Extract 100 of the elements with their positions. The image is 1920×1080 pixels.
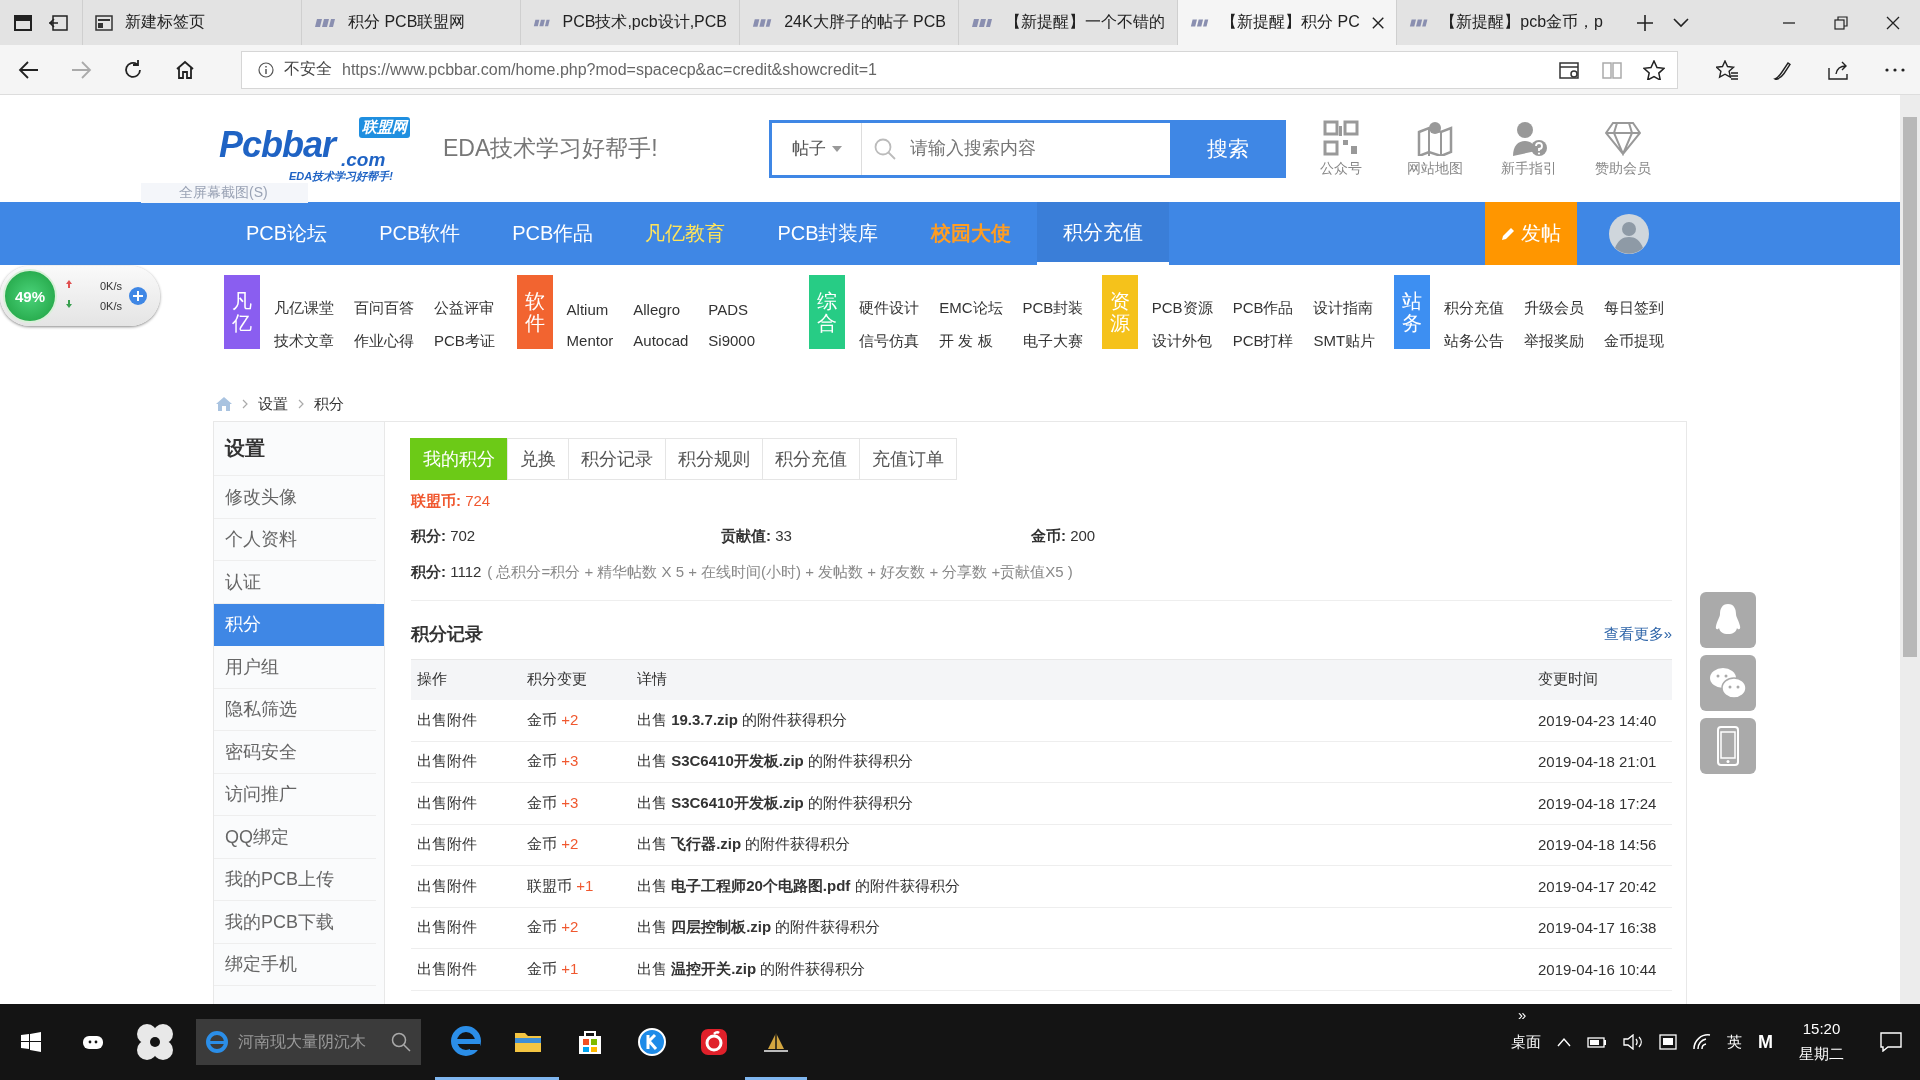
- home-icon[interactable]: [174, 58, 196, 81]
- qrcode-icon[interactable]: [1323, 119, 1359, 156]
- category-link[interactable]: Autocad: [633, 332, 689, 349]
- refresh-icon[interactable]: [122, 58, 144, 81]
- sidebar-item[interactable]: 修改头像: [214, 476, 376, 519]
- category-link[interactable]: 作业心得: [354, 332, 414, 351]
- category-link[interactable]: 设计指南: [1313, 299, 1376, 318]
- speed-widget[interactable]: 49% 0K/s 0K/s: [0, 266, 160, 326]
- clock-time[interactable]: 15:20: [1802, 1020, 1841, 1037]
- sidebar-item[interactable]: 隐私筛选: [214, 688, 376, 731]
- clock-day[interactable]: 星期二: [1799, 1045, 1844, 1064]
- restore-icon[interactable]: [1834, 15, 1848, 30]
- taskbar-search-box[interactable]: 河南现大量阴沉木: [196, 1019, 421, 1065]
- address-bar[interactable]: 不安全 https://www.pcbbar.com/home.php?mod=spacecp&ac=credit&showcredit=1: [241, 50, 1678, 89]
- category-link[interactable]: 技术文章: [274, 332, 334, 351]
- reading-list-icon[interactable]: [1559, 59, 1581, 80]
- tab[interactable]: 积分充值: [762, 438, 860, 480]
- share-icon[interactable]: [1828, 59, 1850, 80]
- category-link[interactable]: 站务公告: [1444, 332, 1505, 351]
- tab-aside-icon[interactable]: [48, 14, 68, 31]
- breadcrumb-link[interactable]: 设置: [258, 394, 288, 414]
- more-link[interactable]: 查看更多»: [1603, 624, 1672, 644]
- link-label[interactable]: 新手指引: [1501, 159, 1557, 178]
- category-link[interactable]: PADS: [708, 301, 756, 318]
- sidebar-item[interactable]: 积分: [214, 603, 384, 646]
- map-icon[interactable]: [1417, 119, 1453, 156]
- windows-start-icon[interactable]: [21, 1032, 41, 1052]
- link-label[interactable]: 网站地图: [1407, 159, 1463, 178]
- scrollbar[interactable]: [1900, 95, 1920, 1004]
- tab[interactable]: 充值订单: [859, 438, 957, 480]
- category-link[interactable]: PCB考证: [434, 332, 495, 351]
- sidebar-item[interactable]: QQ绑定: [214, 816, 376, 859]
- category-link[interactable]: 设计外包: [1151, 332, 1213, 351]
- category-link[interactable]: Altium: [566, 301, 614, 318]
- keyboard-icon[interactable]: [1659, 1034, 1677, 1050]
- category-link[interactable]: 硬件设计: [859, 299, 920, 318]
- tab[interactable]: 兑换: [507, 438, 569, 480]
- category-link[interactable]: 举报奖励: [1524, 332, 1585, 351]
- star-icon[interactable]: [1643, 59, 1665, 80]
- back-arrow-icon[interactable]: [18, 58, 40, 81]
- close-icon[interactable]: [1371, 15, 1384, 30]
- category-link[interactable]: 每日签到: [1604, 299, 1665, 318]
- cortana-icon[interactable]: [82, 1033, 104, 1051]
- tab-list-icon[interactable]: [14, 14, 32, 31]
- category-link[interactable]: 积分充值: [1444, 299, 1505, 318]
- pen-icon[interactable]: [1772, 59, 1794, 80]
- category-link[interactable]: Mentor: [566, 332, 614, 349]
- wifi-icon[interactable]: [1693, 1034, 1711, 1050]
- notification-icon[interactable]: [1880, 1032, 1902, 1052]
- sidebar-item[interactable]: 认证: [214, 561, 376, 604]
- sidebar-item[interactable]: 我的PCB下载: [214, 901, 376, 944]
- sidebar-item[interactable]: 我的PCB上传: [214, 858, 376, 901]
- category-link[interactable]: PCB作品: [1232, 299, 1294, 318]
- category-link[interactable]: EMC论坛: [939, 299, 1003, 318]
- pinwheel-icon[interactable]: [135, 1022, 175, 1062]
- chevron-down-icon[interactable]: [1673, 17, 1689, 28]
- battery-icon[interactable]: [1587, 1035, 1607, 1049]
- sidebar-item[interactable]: 用户组: [214, 646, 376, 689]
- favorites-icon[interactable]: [1716, 59, 1738, 80]
- nav-item[interactable]: 积分充值: [1036, 202, 1169, 265]
- tab[interactable]: 积分记录: [568, 438, 666, 480]
- volume-icon[interactable]: [1623, 1034, 1643, 1050]
- category-link[interactable]: 金币提现: [1604, 332, 1665, 351]
- category-link[interactable]: 升级会员: [1524, 299, 1585, 318]
- sidebar-item[interactable]: 访问推广: [214, 773, 376, 816]
- desktop-label[interactable]: 桌面: [1511, 1032, 1541, 1052]
- nav-item[interactable]: PCB论坛: [220, 202, 354, 265]
- sidebar-item[interactable]: 绑定手机: [214, 943, 376, 986]
- category-link[interactable]: 公益评审: [434, 299, 495, 318]
- category-link[interactable]: 电子大赛: [1022, 332, 1084, 351]
- category-badge[interactable]: 凡亿: [224, 275, 260, 349]
- nav-item[interactable]: PCB封装库: [751, 202, 905, 265]
- breadcrumb-link[interactable]: 积分: [314, 394, 344, 414]
- new-tab-plus-icon[interactable]: [1637, 14, 1653, 31]
- sidebar-item[interactable]: 个人资料: [214, 518, 376, 561]
- category-link[interactable]: PCB打样: [1232, 332, 1294, 351]
- close-icon[interactable]: [1886, 15, 1900, 30]
- plus-icon[interactable]: [128, 286, 148, 306]
- ime-mode-label[interactable]: M: [1758, 1031, 1773, 1053]
- sidebar-item[interactable]: 密码安全: [214, 731, 376, 774]
- category-link[interactable]: Si9000: [708, 332, 756, 349]
- taskbar-search-field[interactable]: 河南现大量阴沉木: [236, 1032, 383, 1052]
- browser-tab[interactable]: 【新提醒】积分 PC: [1177, 0, 1396, 45]
- category-link[interactable]: 凡亿课堂: [274, 299, 334, 318]
- category-link[interactable]: PCB资源: [1151, 299, 1213, 318]
- category-link[interactable]: 开 发 板: [939, 332, 1003, 351]
- tab[interactable]: 积分规则: [665, 438, 763, 480]
- nav-item[interactable]: PCB作品: [486, 202, 620, 265]
- link-label[interactable]: 赞助会员: [1595, 159, 1651, 178]
- nav-item[interactable]: PCB软件: [353, 202, 487, 265]
- category-link[interactable]: PCB封装: [1022, 299, 1084, 318]
- overflow-chevron[interactable]: »: [1518, 1006, 1527, 1023]
- ime-label[interactable]: 英: [1727, 1032, 1742, 1052]
- caret-up-icon[interactable]: [1557, 1037, 1571, 1047]
- category-link[interactable]: SMT贴片: [1313, 332, 1376, 351]
- category-link[interactable]: 信号仿真: [859, 332, 920, 351]
- person-help-icon[interactable]: [1511, 119, 1547, 156]
- diamond-icon[interactable]: [1605, 119, 1641, 156]
- scope-dropdown[interactable]: 帖子: [772, 122, 862, 175]
- link-label[interactable]: 公众号: [1320, 159, 1362, 178]
